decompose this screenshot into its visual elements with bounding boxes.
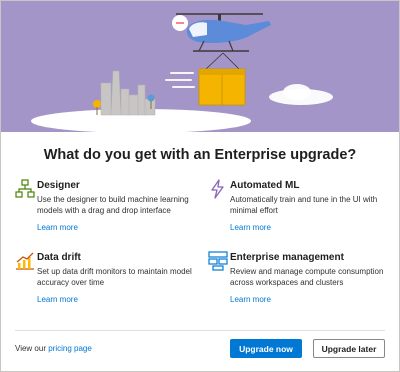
learn-more-link[interactable]: Learn more	[230, 295, 271, 304]
feature-title: Enterprise management	[230, 252, 344, 263]
feature-description: Review and manage compute consumption ac…	[230, 267, 384, 287]
upgrade-later-button[interactable]: Upgrade later	[313, 339, 385, 358]
learn-more-link[interactable]: Learn more	[230, 223, 271, 232]
dialog-title: What do you get with an Enterprise upgra…	[43, 147, 357, 163]
data-drift-icon	[16, 252, 34, 270]
designer-icon	[15, 179, 35, 198]
helicopter-illustration	[31, 13, 333, 132]
feature-description: Automatically train and tune in the UI w…	[230, 195, 378, 215]
automated-ml-icon	[211, 179, 224, 199]
pricing-text: View our pricing page	[15, 344, 92, 353]
learn-more-link[interactable]: Learn more	[37, 223, 78, 232]
feature-title: Designer	[37, 180, 80, 191]
pricing-page-link[interactable]: pricing page	[48, 344, 92, 353]
feature-description: Use the designer to build machine learni…	[37, 195, 189, 215]
feature-description: Set up data drift monitors to maintain m…	[37, 267, 192, 287]
upgrade-dialog: What do you get with an Enterprise upgra…	[0, 0, 400, 372]
feature-title: Data drift	[37, 252, 81, 263]
hero-illustration	[1, 1, 399, 132]
learn-more-link[interactable]: Learn more	[37, 295, 78, 304]
pricing-prefix: View our	[15, 344, 46, 353]
upgrade-now-button[interactable]: Upgrade now	[230, 339, 302, 358]
enterprise-management-icon	[208, 251, 228, 271]
feature-title: Automated ML	[230, 180, 300, 191]
footer-divider	[15, 330, 385, 331]
